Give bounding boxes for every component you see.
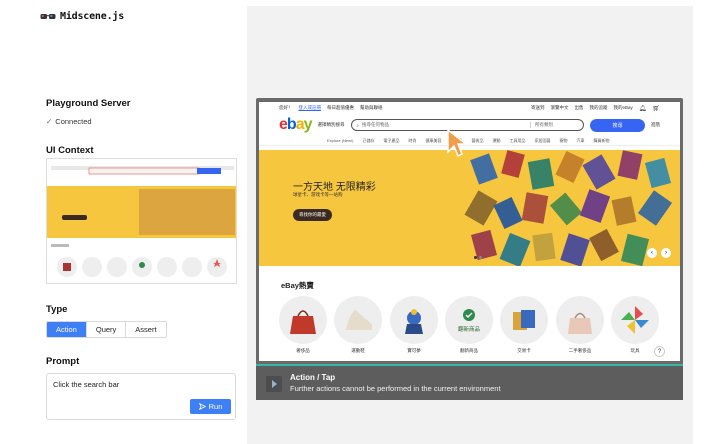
type-tab-action[interactable]: Action	[47, 322, 87, 337]
trading-card-icon	[500, 296, 548, 344]
search-button[interactable]: 搜尋	[590, 118, 645, 132]
handbag-icon	[279, 296, 327, 344]
refurbished-text: 翻新商品	[457, 327, 480, 333]
action-description: Further actions cannot be performed in t…	[290, 384, 501, 393]
app-name: Midscene.js	[60, 11, 125, 22]
refurbished-icon: 翻新商品	[445, 296, 493, 344]
advanced-search-link[interactable]: 進階	[651, 122, 660, 128]
nav-item[interactable]: 藝術品	[471, 138, 483, 144]
category-label: 運動鞋	[351, 348, 365, 353]
ui-context-preview-image	[47, 159, 236, 283]
hot-section-title: eBay熱賣	[281, 281, 314, 290]
banner-pagination	[474, 256, 482, 259]
run-button-label: Run	[208, 402, 223, 411]
glasses-icon	[40, 13, 56, 19]
ebay-nav: Explore (New!) 已儲存 電子產品 時尚 健康美容 收藏品 藝術品 …	[259, 136, 680, 146]
category-label: 翻新商品	[460, 348, 478, 353]
nav-item[interactable]: 購買新物	[593, 138, 609, 144]
nav-item[interactable]: 健康美容	[425, 138, 441, 144]
category-refurbished[interactable]: 翻新商品 翻新商品	[444, 296, 494, 354]
ship-to[interactable]: 寄送到	[531, 105, 545, 111]
category-dropdown[interactable]: 選擇類別搜尋	[318, 122, 345, 128]
nav-item[interactable]: 運動	[492, 138, 500, 144]
category-label: 二手奢侈品	[568, 348, 592, 353]
greeting: 您好！	[279, 105, 293, 110]
category-label: 奢侈品	[296, 348, 310, 353]
daily-deals-link[interactable]: 每日超值優惠	[327, 105, 354, 111]
type-title: Type	[46, 304, 68, 315]
ebay-page: 您好！ 登入或註冊 每日超值優惠 幫助與聯絡 寄送到 瀏覽中文 出售 我的追蹤 …	[259, 102, 680, 361]
ebay-top-strip: 您好！ 登入或註冊 每日超值優惠 幫助與聯絡 寄送到 瀏覽中文 出售 我的追蹤 …	[259, 102, 680, 114]
category-preowned-luxury[interactable]: 二手奢侈品	[555, 296, 605, 354]
nav-item[interactable]: 汽車	[576, 138, 584, 144]
bell-icon[interactable]: 🔔︎	[639, 105, 647, 112]
server-status-label: Connected	[55, 117, 92, 126]
type-tab-assert[interactable]: Assert	[126, 322, 166, 337]
sneaker-icon	[334, 296, 382, 344]
nav-item[interactable]: 已儲存	[362, 138, 374, 144]
sell-link[interactable]: 出售	[574, 105, 583, 111]
app-logo: Midscene.js	[40, 11, 124, 22]
all-categories-select[interactable]: 所有類別	[530, 122, 578, 128]
category-sneakers[interactable]: 運動鞋	[333, 296, 383, 354]
play-button[interactable]	[266, 376, 282, 392]
help-link[interactable]: 幫助與聯絡	[360, 105, 383, 111]
check-icon: ✓	[46, 117, 53, 126]
server-title: Playground Server	[46, 98, 131, 109]
category-label: 玩具	[630, 348, 640, 353]
banner-prev-button[interactable]: ‹	[647, 248, 657, 258]
ui-context-thumbnail[interactable]	[46, 158, 237, 284]
ebay-logo[interactable]: ebay	[279, 116, 312, 134]
nav-item[interactable]: 時尚	[408, 138, 416, 144]
search-icon: ⌕	[356, 122, 360, 128]
banner-next-button[interactable]: ›	[661, 248, 671, 258]
prompt-title: Prompt	[46, 356, 80, 367]
tote-bag-icon	[556, 296, 604, 344]
pinwheel-icon	[611, 296, 659, 344]
nav-item[interactable]: 電子產品	[383, 138, 399, 144]
category-luxury[interactable]: 奢侈品	[278, 296, 328, 354]
pokemon-figure-icon	[390, 296, 438, 344]
action-title: Action / Tap	[290, 373, 336, 382]
search-placeholder: 搜尋任何物品	[362, 122, 390, 127]
cart-icon[interactable]: 🛒︎	[652, 105, 660, 112]
banner-button[interactable]: 尋找你的最愛	[293, 209, 332, 221]
type-selector: Action Query Assert	[46, 321, 167, 338]
prompt-value: Click the search bar	[53, 380, 120, 389]
nav-item[interactable]: 工具用品	[509, 138, 525, 144]
run-button[interactable]: Run	[190, 399, 231, 414]
category-pokemon[interactable]: 寶可夢	[389, 296, 439, 354]
promo-banner[interactable]: 一方天地 无限精彩 球星卡、游戏卡等一站购 尋找你的最愛 ‹ ›	[259, 150, 680, 266]
signin-link[interactable]: 登入或註冊	[299, 105, 322, 111]
watchlist-link[interactable]: 我的追蹤	[589, 105, 607, 111]
ebay-header: ebay 選擇類別搜尋 ⌕ 搜尋任何物品 所有類別 搜尋 進階	[259, 114, 680, 136]
category-trading-cards[interactable]: 交易卡	[499, 296, 549, 354]
category-toys[interactable]: 玩具	[610, 296, 660, 354]
type-tab-query[interactable]: Query	[86, 322, 127, 337]
trading-cards-image	[464, 150, 673, 266]
prompt-input[interactable]: Click the search bar Run	[46, 373, 236, 420]
category-label: 交易卡	[517, 348, 531, 353]
help-button[interactable]: ?	[654, 346, 665, 357]
mouse-cursor-icon	[447, 128, 468, 158]
nav-item[interactable]: 寵物	[559, 138, 567, 144]
nav-item[interactable]: 家居園藝	[534, 138, 550, 144]
banner-title: 一方天地 无限精彩	[293, 182, 376, 193]
server-status: ✓ Connected	[46, 117, 92, 126]
language-link[interactable]: 瀏覽中文	[550, 105, 568, 111]
play-icon	[272, 380, 277, 388]
banner-subtitle: 球星卡、游戏卡等一站购	[293, 192, 343, 197]
action-status-bar: Action / Tap Further actions cannot be p…	[256, 364, 683, 400]
ui-context-title: UI Context	[46, 145, 94, 156]
category-label: 寶可夢	[407, 348, 421, 353]
send-icon	[198, 403, 206, 410]
nav-item[interactable]: Explore (New!)	[327, 138, 353, 143]
screenshot-viewer: 您好！ 登入或註冊 每日超值優惠 幫助與聯絡 寄送到 瀏覽中文 出售 我的追蹤 …	[256, 98, 683, 400]
my-ebay-link[interactable]: 我的eBay	[613, 105, 632, 111]
